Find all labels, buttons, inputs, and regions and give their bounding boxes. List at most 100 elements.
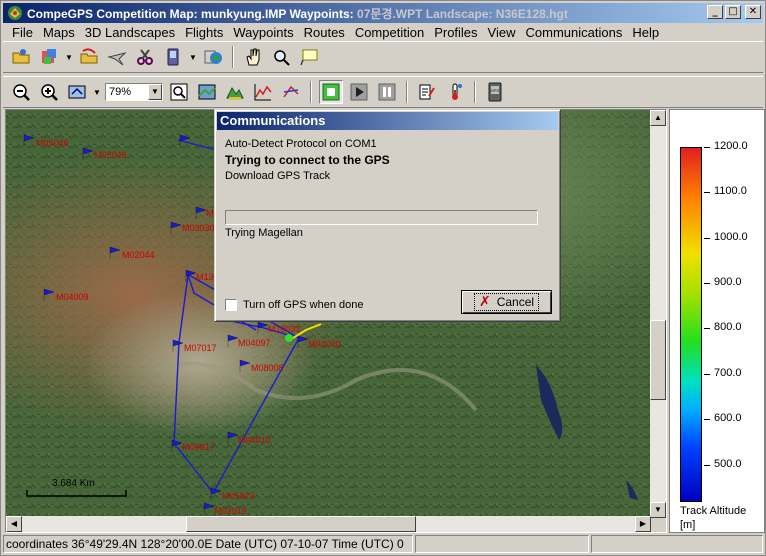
fit-view-icon: [68, 85, 86, 99]
window-title-extra: 07문경.WPT Landscape: N36E128.hgt: [357, 6, 568, 21]
legend-tick: [704, 147, 710, 148]
waypoint-label[interactable]: M05046: [36, 138, 69, 148]
waypoint-label[interactable]: M02048: [94, 150, 127, 160]
flight-tools-button[interactable]: [105, 45, 129, 69]
zoom-level-select[interactable]: 79% ▼: [105, 83, 163, 101]
altitude-legend: 1200.0 1100.0 1000.0 900.0 800.0 700.0 6…: [669, 109, 765, 533]
menu-routes[interactable]: Routes: [299, 25, 350, 40]
landscape-3d-button[interactable]: [223, 80, 247, 104]
legend-tick-label: 700.0: [714, 367, 742, 379]
open-map-dropdown-icon[interactable]: ▼: [65, 53, 73, 62]
main-toolbar: ▼ ▼: [3, 41, 763, 73]
menu-competition[interactable]: Competition: [350, 25, 429, 40]
vertical-scroll-thumb[interactable]: [650, 320, 666, 400]
menu-profiles[interactable]: Profiles: [429, 25, 482, 40]
scroll-down-button[interactable]: ▼: [650, 502, 666, 518]
menu-file[interactable]: File: [7, 25, 38, 40]
status-pane: [591, 535, 763, 553]
dialog-status-protocol: Auto-Detect Protocol on COM1: [225, 138, 377, 150]
map-vertical-scrollbar[interactable]: ▲ ▼: [650, 110, 666, 518]
scroll-up-button[interactable]: ▲: [650, 110, 666, 126]
globe-button[interactable]: [201, 45, 225, 69]
zoom-window-button[interactable]: [167, 80, 191, 104]
maximize-button[interactable]: □: [725, 5, 741, 19]
zoom-in-button[interactable]: [37, 80, 61, 104]
close-button[interactable]: ✕: [745, 5, 761, 19]
waypoint-label[interactable]: M03030: [182, 223, 215, 233]
route-tools-button[interactable]: [133, 45, 157, 69]
stop-button[interactable]: [319, 80, 343, 104]
horizontal-scroll-thumb[interactable]: [186, 516, 416, 532]
open-folder-button[interactable]: [9, 45, 33, 69]
waypoint-label[interactable]: M10031: [268, 324, 301, 334]
zoom-level-value: 79%: [109, 86, 132, 98]
menu-help[interactable]: Help: [627, 25, 664, 40]
map-layer-button[interactable]: [195, 80, 219, 104]
cancel-label: Cancel: [496, 295, 535, 309]
device-button[interactable]: [161, 45, 185, 69]
menu-maps[interactable]: Maps: [38, 25, 80, 40]
scoring-button[interactable]: [415, 80, 439, 104]
note-button[interactable]: [297, 45, 321, 69]
dialog-status-connecting: Trying to connect to the GPS: [225, 153, 390, 167]
thermometer-button[interactable]: [443, 80, 467, 104]
zoom-dropdown-icon[interactable]: ▼: [148, 84, 162, 100]
scroll-left-button[interactable]: ◀: [6, 516, 22, 532]
measure-button[interactable]: [269, 45, 293, 69]
legend-tick-label: 900.0: [714, 276, 742, 288]
menu-waypoints[interactable]: Waypoints: [228, 25, 298, 40]
pan-button[interactable]: [241, 45, 265, 69]
title-bar: CompeGPS Competition Map: munkyung.IMP W…: [3, 3, 763, 23]
fit-view-button[interactable]: [65, 80, 89, 104]
waypoint-label[interactable]: M04097: [238, 338, 271, 348]
menu-view[interactable]: View: [483, 25, 521, 40]
zoom-out-icon: [13, 84, 30, 101]
status-coordinates: coordinates 36°49'29.4N 128°20'00.0E Dat…: [3, 535, 413, 553]
gps-button[interactable]: GPS: [483, 80, 507, 104]
waypoint-label[interactable]: M04010: [238, 435, 271, 445]
play-button[interactable]: [347, 80, 371, 104]
stop-icon: [322, 83, 340, 101]
legend-tick: [704, 238, 710, 239]
menu-flights[interactable]: Flights: [180, 25, 228, 40]
menu-3d-landscapes[interactable]: 3D Landscapes: [80, 25, 180, 40]
device-dropdown-icon[interactable]: ▼: [189, 53, 197, 62]
legend-title-line: Track Altitude: [680, 505, 747, 517]
track-folder-icon: [80, 48, 98, 64]
legend-unit: [m]: [680, 519, 696, 531]
svg-text:GPS: GPS: [491, 88, 500, 93]
toolbar-separator: [232, 46, 234, 68]
turn-off-gps-checkbox[interactable]: [225, 299, 237, 311]
waypoint-label[interactable]: M04009: [56, 292, 89, 302]
profile-chart-icon: [254, 84, 272, 101]
waypoint-label[interactable]: M08008: [251, 363, 284, 373]
minimize-button[interactable]: _: [707, 5, 723, 19]
open-map-button[interactable]: [37, 45, 61, 69]
scroll-right-button[interactable]: ▶: [635, 516, 651, 532]
zoom-in-icon: [41, 84, 58, 101]
globe-icon: [204, 50, 222, 64]
open-folder-icon: [12, 49, 30, 64]
waypoint-label[interactable]: M09017: [182, 442, 215, 452]
route-optimize-button[interactable]: [279, 80, 303, 104]
window-title: CompeGPS Competition Map: munkyung.IMP W…: [27, 6, 568, 21]
waypoint-label[interactable]: M05023: [222, 491, 255, 501]
menu-communications[interactable]: Communications: [521, 25, 628, 40]
turn-off-gps-label[interactable]: Turn off GPS when done: [243, 299, 363, 311]
download-progress-bar: [225, 210, 538, 225]
profile-button[interactable]: [251, 80, 275, 104]
altitude-color-scale: [680, 147, 702, 502]
waypoint-label[interactable]: M04030: [308, 339, 341, 349]
toolbar-separator: [474, 81, 476, 103]
fit-view-dropdown-icon[interactable]: ▼: [93, 88, 101, 97]
zoom-out-button[interactable]: [9, 80, 33, 104]
play-icon: [350, 83, 368, 101]
cancel-button[interactable]: ✗ Cancel: [461, 290, 552, 314]
pause-button[interactable]: [375, 80, 399, 104]
map-puzzle-icon: [42, 49, 56, 64]
open-track-button[interactable]: [77, 45, 101, 69]
waypoint-label[interactable]: M03019: [214, 506, 247, 516]
waypoint-label[interactable]: M02044: [122, 250, 155, 260]
map-horizontal-scrollbar[interactable]: ◀ ▶: [6, 516, 651, 532]
waypoint-label[interactable]: M07017: [184, 343, 217, 353]
